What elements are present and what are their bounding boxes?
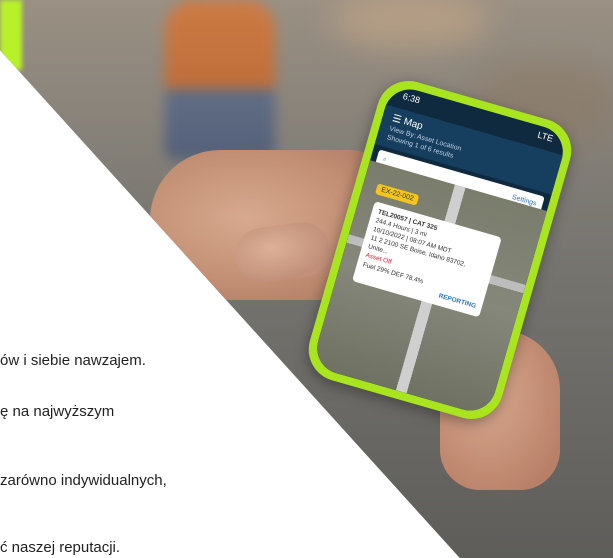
text-line: ć naszej reputacji. bbox=[0, 539, 121, 556]
text-line: ów i siebie nawzajem. bbox=[0, 352, 146, 369]
asset-popup: TEL20057 | CAT 325 244.4 Hours | 3 mi 10… bbox=[352, 201, 502, 318]
lime-object bbox=[0, 0, 22, 70]
construction-worker bbox=[165, 0, 275, 160]
status-signal: LTE bbox=[536, 129, 555, 144]
text-line: ę na najwyższym bbox=[0, 403, 115, 420]
background-blur bbox=[330, 0, 490, 50]
text-line: zarówno indywidualnych, bbox=[0, 472, 167, 489]
